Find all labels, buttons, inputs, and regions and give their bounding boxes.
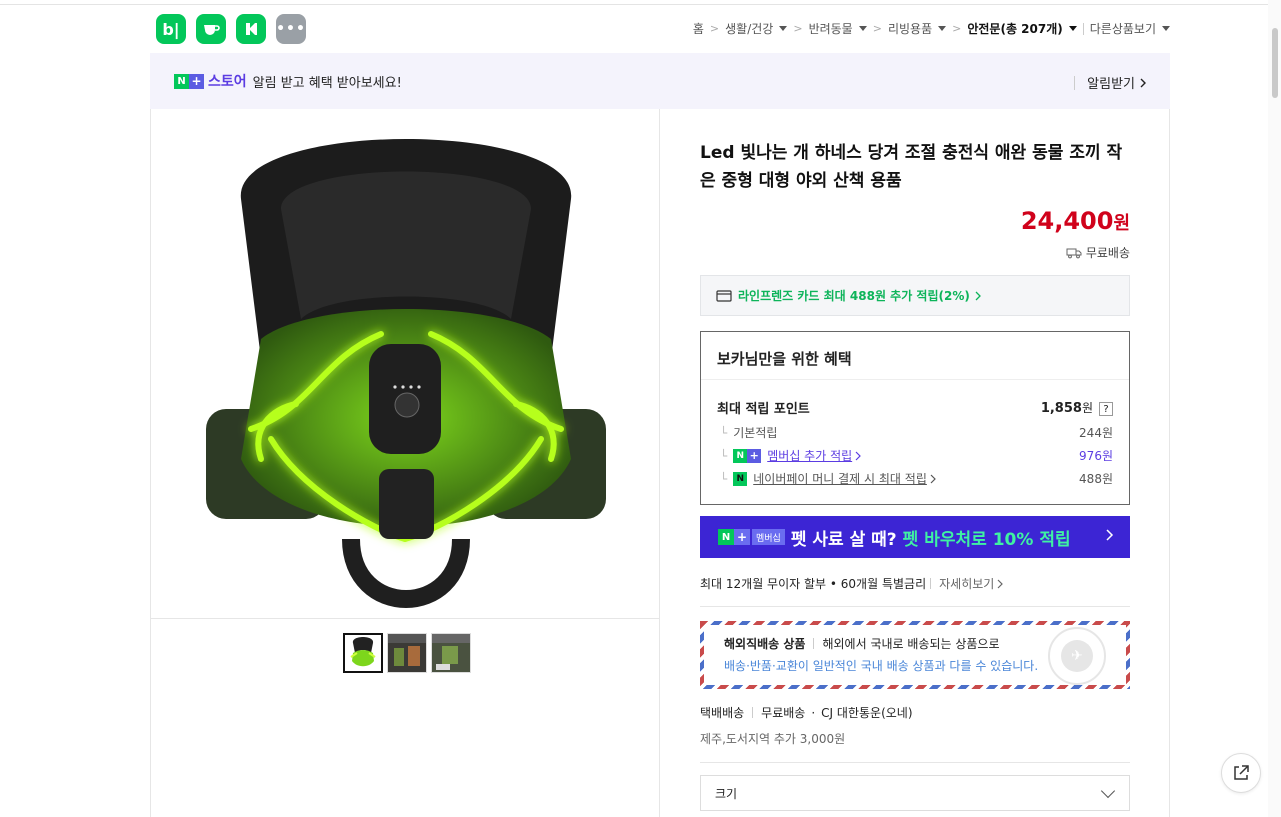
- thumbnail-3[interactable]: [431, 633, 471, 673]
- other-products-dropdown[interactable]: 다른상품보기: [1090, 20, 1170, 37]
- membership-badge-icon: N + 멤버십: [718, 529, 785, 545]
- membership-points-link[interactable]: 멤버십 추가 적립: [767, 447, 852, 464]
- benefit-title: 보카님만을 위한 혜택: [701, 332, 1129, 380]
- help-icon[interactable]: ?: [1099, 402, 1113, 417]
- membership-points-row: └ N + 멤버십 추가 적립 976원: [720, 447, 1113, 464]
- breadcrumb-divider: [1082, 22, 1084, 35]
- product-gallery: [150, 109, 660, 817]
- breadcrumb-home[interactable]: 홈: [693, 20, 704, 37]
- panel-right-border: [1169, 109, 1170, 817]
- product-title: Led 빛나는 개 하네스 당겨 조절 충전식 애완 동물 조끼 작은 중형 대…: [700, 143, 1123, 191]
- airplane-stamp-icon: ✈: [1048, 627, 1106, 685]
- scrollbar-thumb[interactable]: [1272, 28, 1278, 98]
- product-main-image[interactable]: [151, 109, 659, 619]
- caret-down-icon: [1068, 26, 1077, 31]
- top-divider: [0, 4, 1268, 5]
- chevron-right-icon: [855, 451, 862, 460]
- breadcrumb-sep-icon: >: [793, 22, 803, 35]
- nplus-icon: N +: [733, 448, 762, 463]
- store-alert-banner: N + 스토어 알림 받고 혜택 받아보세요! 알림받기: [150, 53, 1170, 109]
- app-icons: b| •••: [156, 14, 306, 44]
- more-icon[interactable]: •••: [276, 14, 306, 44]
- chevron-down-icon: [1100, 783, 1116, 799]
- npay-points-link[interactable]: 네이버페이 머니 결제 시 최대 적립: [753, 470, 927, 487]
- chevron-right-icon: [930, 474, 936, 483]
- size-option-select[interactable]: 크기: [700, 775, 1130, 811]
- pet-voucher-promo[interactable]: N + 멤버십 펫 사료 살 때? 펫 바우처로 10% 적립: [700, 516, 1130, 558]
- caret-down-icon: [858, 26, 867, 31]
- caret-down-icon: [779, 26, 788, 31]
- breadcrumb-sep-icon: >: [872, 22, 882, 35]
- max-points-row: 최대 적립 포인트 1,858원?: [717, 398, 1113, 417]
- share-icon: [1234, 765, 1249, 780]
- chevron-right-icon: [1140, 78, 1146, 87]
- caret-down-icon: [1162, 26, 1170, 31]
- npay-icon: N: [733, 471, 748, 486]
- cafe-icon[interactable]: [196, 14, 226, 44]
- chevron-right-icon: [975, 291, 981, 300]
- product-price: 24,400원: [1020, 207, 1130, 235]
- chevron-right-icon: [997, 579, 1004, 588]
- caret-down-icon: [938, 26, 947, 31]
- share-button[interactable]: [1221, 753, 1261, 793]
- card-benefit[interactable]: 라인프렌즈 카드 최대 488원 추가 적립(2%): [700, 275, 1130, 316]
- blog-icon[interactable]: b|: [156, 14, 186, 44]
- alert-subscribe-button[interactable]: 알림받기: [1074, 73, 1148, 92]
- banner-brand: 스토어: [208, 74, 247, 90]
- thumbnail-list: [343, 633, 471, 673]
- nplus-logo-icon: N +: [174, 73, 204, 89]
- basic-points-row: └ 기본적립 244원: [720, 425, 1113, 441]
- breadcrumb-category-3[interactable]: 리빙용품: [888, 20, 947, 37]
- breadcrumb-category-1[interactable]: 생활/건강: [725, 20, 788, 37]
- benefit-box: 보카님만을 위한 혜택 최대 적립 포인트 1,858원? └ 기본적립 244원…: [700, 331, 1130, 505]
- breadcrumb: 홈 > 생활/건강 > 반려동물 > 리빙용품 > 안전문(총 207개) 다른…: [693, 20, 1170, 37]
- truck-icon: [1066, 248, 1082, 258]
- overseas-shipping-notice: 해외직배송 상품 해외에서 국내로 배송되는 상품으로 배송·반품·교환이 일반…: [700, 621, 1130, 689]
- npay-points-row: └ N 네이버페이 머니 결제 시 최대 적립 488원: [720, 470, 1113, 487]
- breadcrumb-sep-icon: >: [952, 22, 962, 35]
- banner-text: 알림 받고 혜택 받아보세요!: [252, 75, 402, 91]
- header: b| ••• 홈 > 생활/건강 > 반려동물 > 리빙용품 > 안전문(총 2…: [150, 12, 1170, 46]
- breadcrumb-sep-icon: >: [709, 22, 720, 35]
- breadcrumb-category-2[interactable]: 반려동물: [809, 20, 867, 37]
- delivery-info: 택배배송 무료배송 · CJ 대한통운(오네) 제주,도서지역 추가 3,000…: [700, 704, 1130, 763]
- scrollbar[interactable]: [1268, 0, 1281, 817]
- installment-info: 최대 12개월 무이자 할부 • 60개월 특별금리 자세히보기: [700, 575, 1130, 607]
- chevron-right-icon: [1106, 529, 1114, 541]
- credit-card-icon: [716, 289, 732, 302]
- installment-detail-link[interactable]: 자세히보기: [939, 575, 994, 592]
- thumbnail-1[interactable]: [343, 633, 383, 673]
- thumbnail-2[interactable]: [387, 633, 427, 673]
- free-shipping: 무료배송: [1066, 244, 1130, 261]
- kstore-icon[interactable]: [236, 14, 266, 44]
- breadcrumb-category-4[interactable]: 안전문(총 207개): [967, 20, 1077, 37]
